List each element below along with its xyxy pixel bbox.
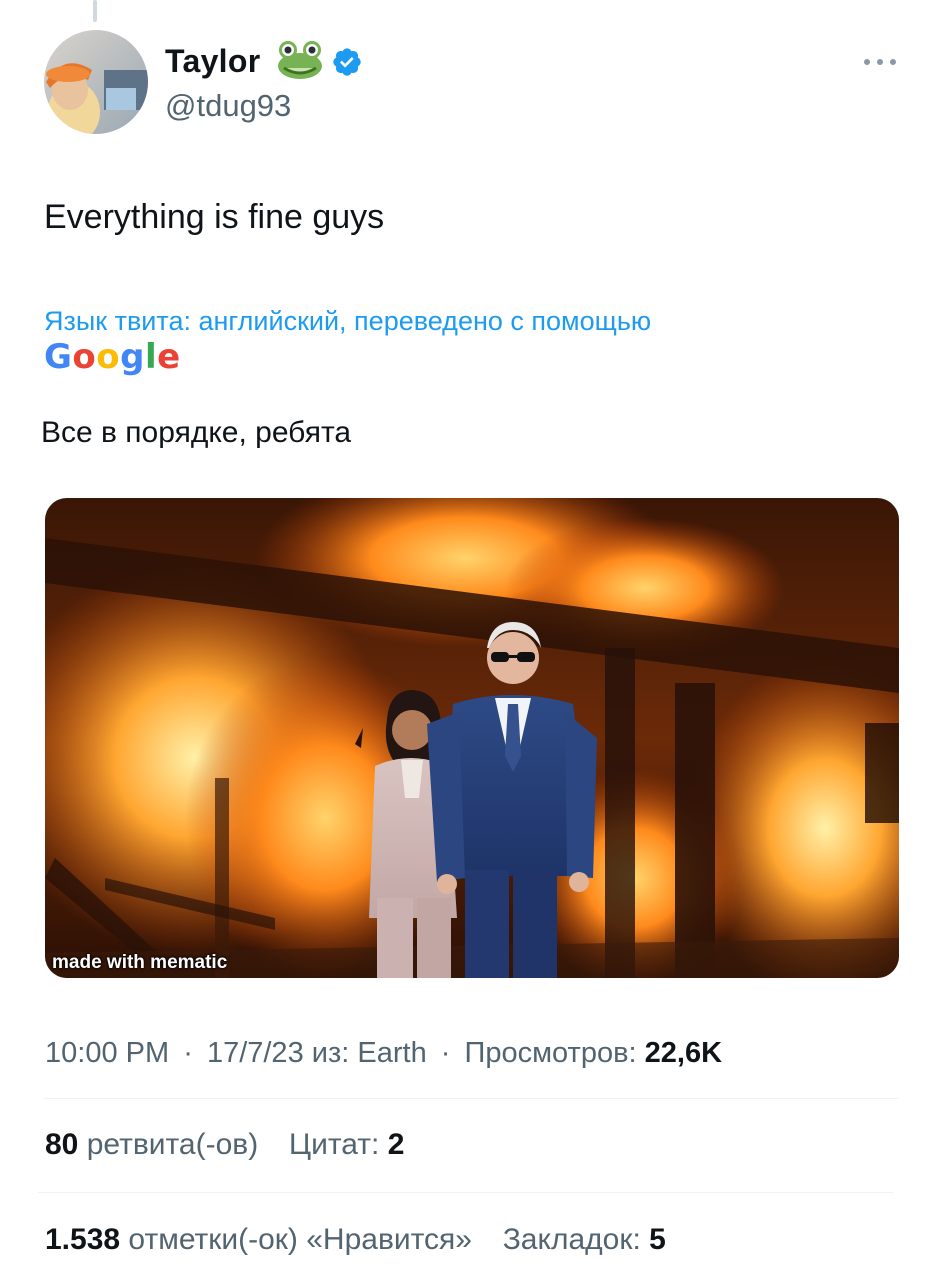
dot-icon <box>864 59 870 65</box>
likes-count: 1.538 <box>45 1223 121 1256</box>
divider <box>38 1192 893 1193</box>
bookmarks-stat[interactable]: Закладок: 5 <box>503 1223 666 1256</box>
separator-dot: · <box>183 1037 193 1069</box>
bookmarks-label: Закладок: <box>502 1223 641 1256</box>
translation-note-link[interactable]: Язык твита: английский, переведено с пом… <box>44 305 651 337</box>
views-label: Просмотров: <box>464 1037 637 1069</box>
media-watermark: made with mematic <box>52 952 228 973</box>
display-name[interactable]: Taylor <box>165 42 260 80</box>
avatar[interactable] <box>44 30 148 134</box>
retweet-quote-stats: 80 ретвита(-ов) Цитат: 2 <box>45 1125 404 1165</box>
google-logo: Google <box>44 337 181 377</box>
retweets-label: ретвита(-ов) <box>86 1128 259 1161</box>
frog-icon <box>276 40 324 85</box>
verified-badge-icon[interactable] <box>331 46 363 83</box>
thread-connector-line <box>93 0 97 22</box>
retweets-stat[interactable]: 80 ретвита(-ов) <box>45 1128 258 1161</box>
tweet-source: Earth <box>357 1037 427 1069</box>
source-prefix: из: <box>311 1037 350 1069</box>
likes-stat[interactable]: 1.538 отметки(-ок) «Нравится» <box>45 1223 472 1256</box>
tweet-meta: 10:00 PM · 17/7/23 из: Earth · Просмотро… <box>45 1033 722 1073</box>
quotes-label: Цитат: <box>288 1128 380 1161</box>
dot-icon <box>877 59 883 65</box>
likes-label: отметки(-ок) «Нравится» <box>128 1223 472 1256</box>
more-options-button[interactable] <box>862 50 898 74</box>
tweet-date[interactable]: 17/7/23 <box>207 1037 304 1069</box>
tweet-time[interactable]: 10:00 PM <box>45 1037 169 1069</box>
dot-icon <box>890 59 896 65</box>
separator-dot: · <box>440 1037 451 1069</box>
translated-tweet-text: Все в порядке, ребята <box>41 416 352 449</box>
quotes-stat[interactable]: Цитат: 2 <box>289 1128 405 1161</box>
tweet-text: Everything is fine guys <box>44 198 385 236</box>
divider <box>44 1098 899 1099</box>
quotes-count: 2 <box>387 1128 405 1161</box>
tweet-image[interactable] <box>45 498 899 978</box>
views-count: 22,6K <box>644 1037 723 1069</box>
author-handle[interactable]: @tdug93 <box>165 88 291 124</box>
like-bookmark-stats: 1.538 отметки(-ок) «Нравится» Закладок: … <box>45 1220 666 1260</box>
bookmarks-count: 5 <box>649 1223 666 1256</box>
retweets-count: 80 <box>45 1128 79 1161</box>
